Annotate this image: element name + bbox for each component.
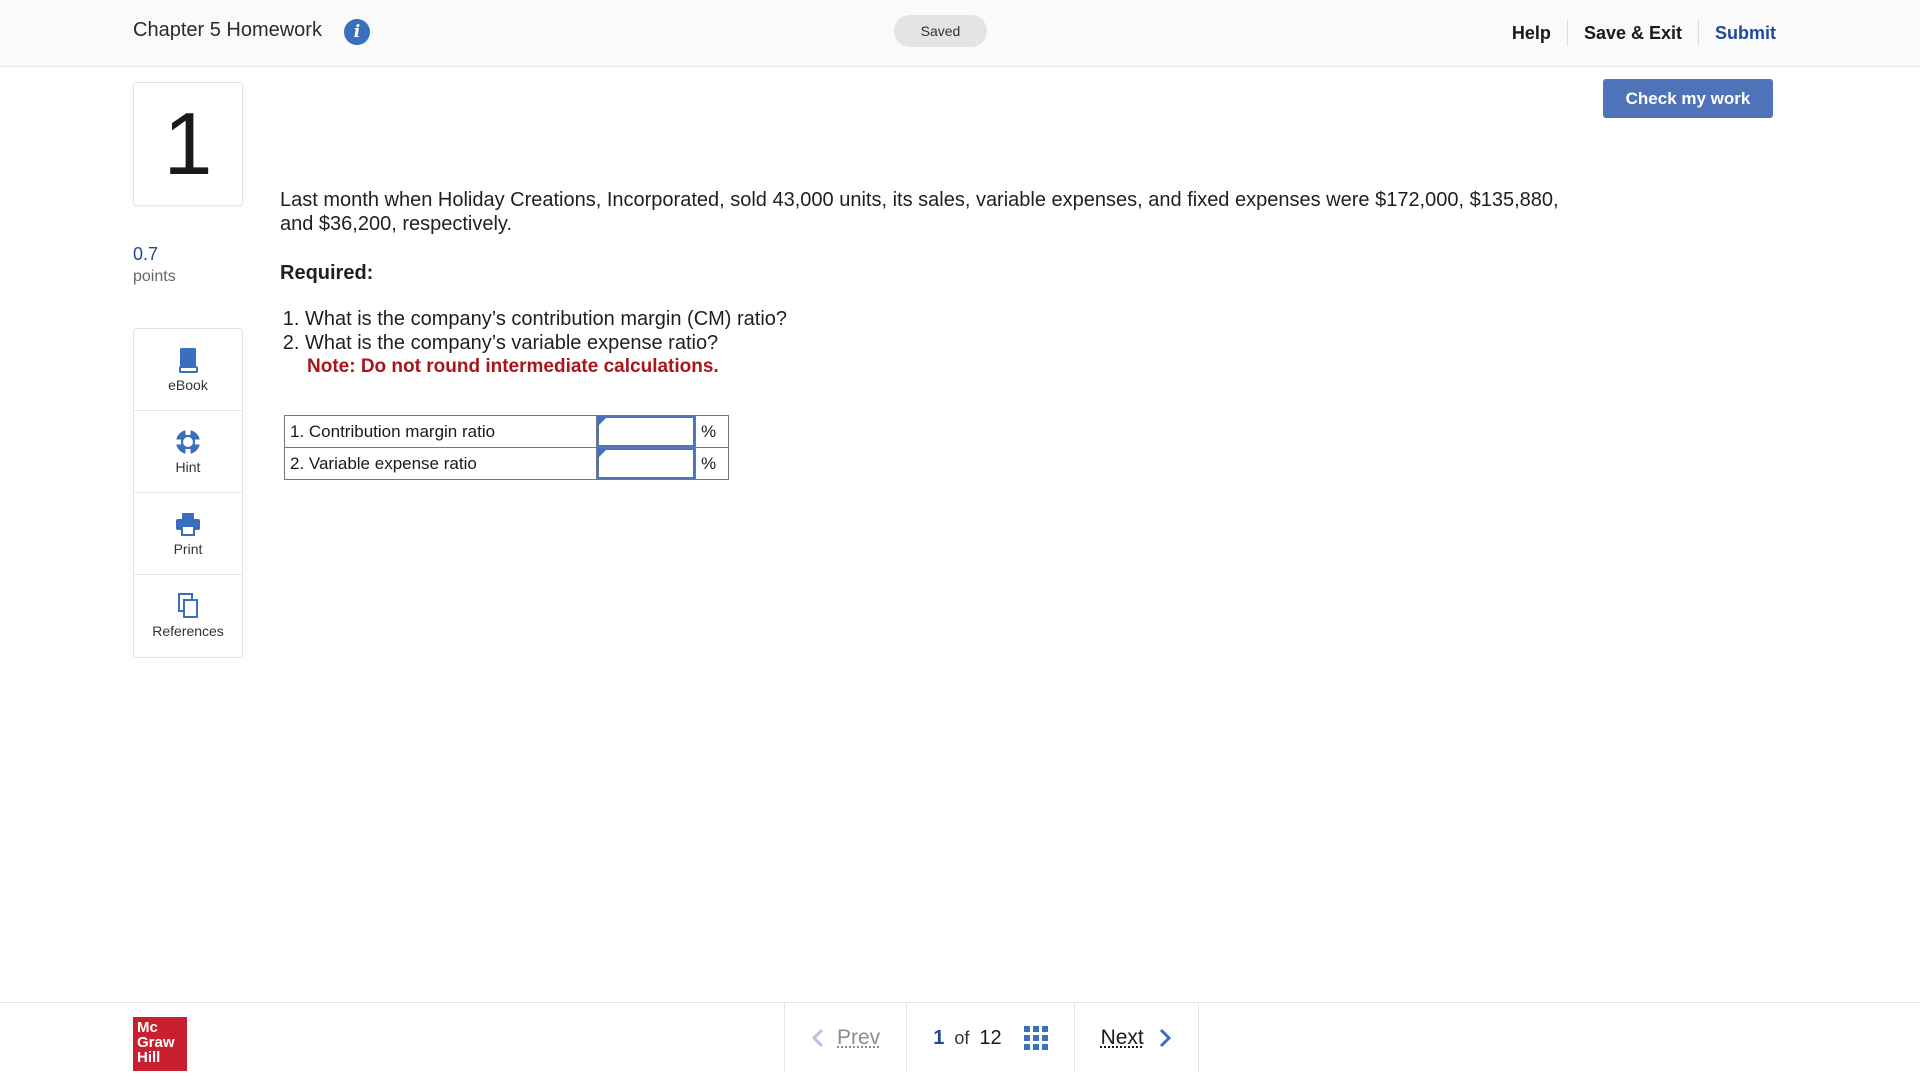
tool-label: eBook xyxy=(168,377,208,393)
row-label: 2. Variable expense ratio xyxy=(284,447,597,480)
question-content: Last month when Holiday Creations, Incor… xyxy=(280,188,1560,379)
grid-icon[interactable] xyxy=(1023,1026,1048,1050)
chevron-right-icon xyxy=(1159,1028,1171,1048)
print-button[interactable]: Print xyxy=(134,493,242,575)
prev-label: Prev xyxy=(837,1026,881,1049)
input-marker-icon xyxy=(599,418,606,425)
tools-panel: eBook Hint Print References xyxy=(133,328,243,658)
save-exit-link[interactable]: Save & Exit xyxy=(1568,21,1698,45)
tool-label: References xyxy=(152,623,224,639)
contribution-margin-ratio-input[interactable] xyxy=(597,416,695,447)
book-icon xyxy=(179,348,198,373)
answer-table: 1. Contribution margin ratio % 2. Variab… xyxy=(284,415,729,480)
top-bar: Chapter 5 Homework i Saved Help Save & E… xyxy=(0,0,1920,67)
logo-line: Graw xyxy=(137,1034,175,1051)
info-icon[interactable]: i xyxy=(344,19,370,45)
unit-label: % xyxy=(695,415,729,448)
requirement-list: What is the company’s contribution margi… xyxy=(280,307,1560,355)
hint-button[interactable]: Hint xyxy=(134,411,242,493)
references-button[interactable]: References xyxy=(134,575,242,657)
header-actions: Help Save & Exit Submit xyxy=(1496,20,1776,46)
next-label: Next xyxy=(1100,1026,1144,1049)
table-row: 2. Variable expense ratio % xyxy=(284,447,729,480)
rounding-note: Note: Do not round intermediate calculat… xyxy=(307,356,719,377)
unit-label: % xyxy=(695,447,729,480)
required-heading: Required: xyxy=(280,262,374,284)
help-link[interactable]: Help xyxy=(1496,21,1567,45)
row-label: 1. Contribution margin ratio xyxy=(284,415,597,448)
question-position[interactable]: 1 of 12 xyxy=(906,1003,1073,1073)
tool-label: Print xyxy=(173,541,203,557)
ebook-button[interactable]: eBook xyxy=(134,329,242,411)
mcgraw-hill-logo: Mc Graw Hill xyxy=(133,1017,187,1071)
total-questions: 12 xyxy=(979,1026,1002,1049)
current-question: 1 xyxy=(933,1026,945,1049)
table-row: 1. Contribution margin ratio % xyxy=(284,415,729,448)
assignment-title: Chapter 5 Homework xyxy=(133,19,322,41)
tool-label: Hint xyxy=(175,459,201,475)
question-number: 1 xyxy=(133,82,243,206)
points-value: 0.7 xyxy=(133,244,159,264)
points-label: points xyxy=(133,268,176,285)
submit-link[interactable]: Submit xyxy=(1699,21,1776,45)
logo-line: Mc xyxy=(137,1019,158,1036)
answer-cell xyxy=(596,415,696,448)
answer-cell xyxy=(596,447,696,480)
lifebuoy-icon xyxy=(176,430,200,454)
check-my-work-button[interactable]: Check my work xyxy=(1603,79,1773,118)
requirement-item: What is the company’s variable expense r… xyxy=(305,331,1560,355)
prev-button[interactable]: Prev xyxy=(784,1003,906,1073)
chevron-left-icon xyxy=(811,1028,824,1048)
saved-status-badge: Saved xyxy=(894,15,987,47)
next-button[interactable]: Next xyxy=(1073,1003,1199,1073)
variable-expense-ratio-input[interactable] xyxy=(597,448,695,479)
requirement-item: What is the company’s contribution margi… xyxy=(305,307,1560,331)
copy-icon xyxy=(178,593,198,618)
footer-bar: Mc Graw Hill Prev 1 of 12 Next xyxy=(0,1002,1920,1081)
input-marker-icon xyxy=(599,450,606,457)
question-stem: Last month when Holiday Creations, Incor… xyxy=(280,189,1559,235)
logo-line: Hill xyxy=(137,1049,161,1066)
printer-icon xyxy=(176,513,200,536)
of-label: of xyxy=(954,1027,970,1048)
question-pager: Prev 1 of 12 Next xyxy=(784,1003,1199,1073)
